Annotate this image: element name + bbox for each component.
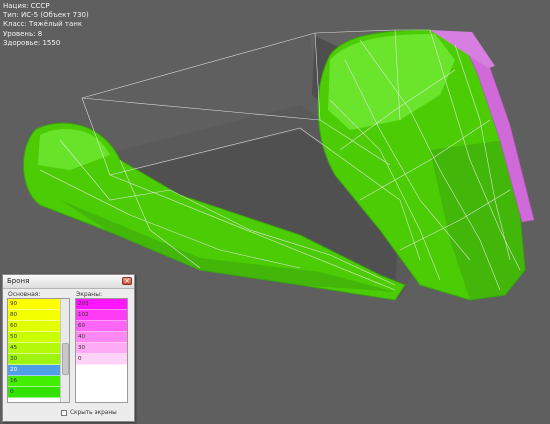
base-armor-scrollbar[interactable] <box>60 299 69 402</box>
type-text: Тип: ИС-5 (Объект 730) <box>3 11 89 20</box>
tank-info-panel: Нация: СССР Тип: ИС-5 (Объект 730) Класс… <box>3 2 89 48</box>
screen-armor-row[interactable]: 203 <box>76 299 127 310</box>
close-icon[interactable]: × <box>122 277 132 285</box>
base-armor-list[interactable]: 90 80 60 50 45 30 20 16 0 <box>7 298 70 403</box>
screen-armor-row[interactable]: 40 <box>76 332 127 343</box>
base-armor-row[interactable]: 50 <box>8 332 61 343</box>
base-armor-row[interactable]: 16 <box>8 376 61 387</box>
armor-window: Броня × Основная: Экраны: 90 80 60 50 45 30 20… <box>2 274 135 422</box>
hide-screens-toggle[interactable]: Скрыть экраны <box>61 410 117 416</box>
hide-screens-label: Скрыть экраны <box>70 410 117 416</box>
base-armor-row[interactable]: 60 <box>8 321 61 332</box>
screen-armor-row[interactable]: 30 <box>76 343 127 354</box>
armor-window-titlebar[interactable]: Броня × <box>3 275 134 289</box>
nation-text: Нация: СССР <box>3 2 50 10</box>
base-armor-label: Основная: <box>8 291 41 298</box>
screen-armor-row[interactable]: 102 <box>76 310 127 321</box>
base-armor-row[interactable]: 80 <box>8 310 61 321</box>
screens-label: Экраны: <box>76 291 102 298</box>
base-armor-row[interactable]: 90 <box>8 299 61 310</box>
hide-screens-checkbox[interactable] <box>61 410 67 416</box>
health-text: Здоровье: 1550 <box>3 38 61 47</box>
screens-armor-list[interactable]: 203 102 60 40 30 0 <box>75 298 128 403</box>
screen-armor-row[interactable]: 0 <box>76 354 127 365</box>
level-text: Уровень: 8 <box>3 29 43 38</box>
base-armor-row[interactable]: 20 <box>8 365 61 376</box>
base-armor-row[interactable]: 0 <box>8 387 61 398</box>
armor-window-title: Броня <box>7 277 30 285</box>
base-armor-row[interactable]: 30 <box>8 354 61 365</box>
class-text: Класс: Тяжёлый танк <box>3 20 83 29</box>
base-armor-row[interactable]: 45 <box>8 343 61 354</box>
scrollbar-thumb[interactable] <box>62 343 69 375</box>
screen-armor-row[interactable]: 60 <box>76 321 127 332</box>
